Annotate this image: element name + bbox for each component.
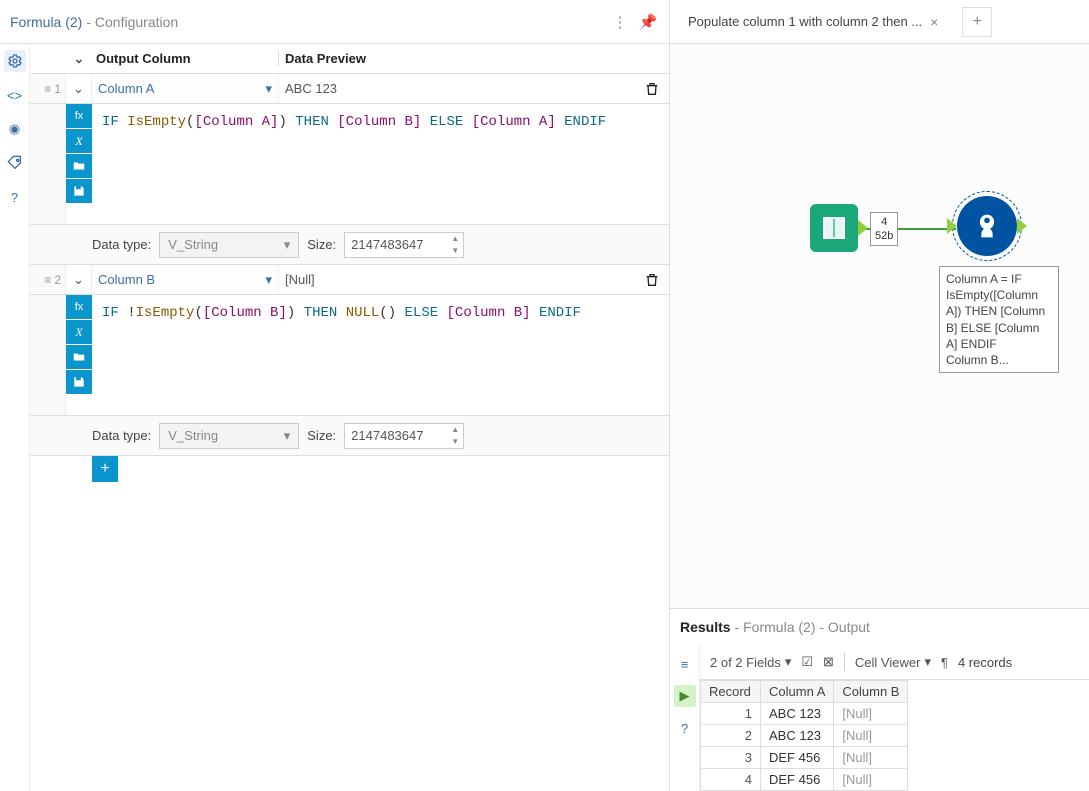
size-input[interactable] (344, 423, 464, 449)
chevron-down-icon[interactable]: ⌄ (66, 51, 92, 67)
output-column-select[interactable]: Column B▾ (92, 265, 279, 294)
config-subtitle: - Configuration (86, 14, 178, 30)
save-button[interactable] (66, 370, 92, 394)
tab-workflow[interactable]: Populate column 1 with column 2 then ...… (680, 10, 946, 34)
tool-annotation: Column A = IF IsEmpty([Column A]) THEN [… (939, 266, 1059, 373)
spin-up-icon[interactable]: ▲ (447, 233, 463, 245)
column-headers: ⌄ Output Column Data Preview (30, 44, 669, 74)
data-type-label: Data type: (92, 237, 151, 252)
results-vertical-toolbar: ≡ ▶ ? (670, 645, 700, 791)
results-panel: Results - Formula (2) - Output ≡ ▶ ? 2 o… (670, 608, 1089, 791)
checkbox-icon[interactable]: ☑ (801, 654, 813, 670)
dropdown-icon: ▾ (284, 237, 291, 253)
spin-down-icon[interactable]: ▼ (447, 436, 463, 448)
fx-button[interactable]: fx (66, 104, 92, 128)
target-icon[interactable]: ◉ (4, 118, 26, 140)
config-header: Formula (2) - Configuration ⋮ 📌 (0, 0, 669, 44)
expression-editor[interactable]: IF !IsEmpty([Column B]) THEN NULL() ELSE… (92, 295, 669, 415)
variable-button[interactable]: X (66, 129, 92, 153)
help-icon[interactable]: ? (674, 717, 696, 739)
gear-icon[interactable] (4, 50, 26, 72)
size-label: Size: (307, 428, 336, 443)
folder-button[interactable] (66, 154, 92, 178)
config-title: Formula (2) (10, 14, 82, 30)
fields-dropdown[interactable]: 2 of 2 Fields ▾ (710, 654, 791, 670)
expression-tools: fx X (66, 104, 92, 224)
save-button[interactable] (66, 179, 92, 203)
table-row[interactable]: 4DEF 456[Null] (701, 769, 908, 791)
dropdown-icon: ▾ (265, 81, 272, 97)
data-type-label: Data type: (92, 428, 151, 443)
workflow-canvas[interactable]: 4 52b Column A = IF IsEmpty([Column A]) … (670, 44, 1089, 608)
close-icon[interactable]: × (930, 14, 938, 30)
column-header[interactable]: Column A (761, 681, 834, 703)
drag-handle[interactable]: ≡ 2 (30, 265, 66, 294)
results-table[interactable]: Record Column A Column B 1ABC 123[Null] … (700, 679, 1089, 791)
chevron-down-icon[interactable]: ⌄ (66, 265, 92, 294)
table-row[interactable]: 1ABC 123[Null] (701, 703, 908, 725)
record-count-badge: 4 52b (870, 212, 898, 246)
chevron-down-icon[interactable]: ⌄ (66, 74, 92, 103)
add-tab-button[interactable]: + (962, 7, 992, 37)
dropdown-icon: ▾ (785, 654, 792, 670)
tag-icon[interactable] (4, 152, 26, 174)
text-input-tool[interactable] (810, 204, 858, 252)
add-formula-button[interactable]: + (92, 456, 118, 482)
clear-icon[interactable]: ⊠ (823, 654, 834, 670)
input-anchor-icon[interactable] (947, 218, 957, 234)
output-column-select[interactable]: Column A▾ (92, 74, 279, 103)
preview-value: ABC 123 (279, 74, 635, 103)
paragraph-icon[interactable]: ¶ (941, 655, 948, 670)
trash-icon[interactable] (635, 74, 669, 103)
column-header[interactable]: Record (701, 681, 761, 703)
record-count-label: 4 records (958, 655, 1012, 670)
tab-label: Populate column 1 with column 2 then ... (688, 14, 922, 29)
trash-icon[interactable] (635, 265, 669, 294)
variable-button[interactable]: X (66, 320, 92, 344)
data-type-select[interactable]: V_String▾ (159, 232, 299, 258)
expression-tools: fx X (66, 295, 92, 415)
cell-viewer-dropdown[interactable]: Cell Viewer ▾ (855, 654, 931, 670)
dropdown-icon: ▾ (265, 272, 272, 288)
data-type-select[interactable]: V_String▾ (159, 423, 299, 449)
config-vertical-toolbar: <> ◉ ? (0, 44, 30, 791)
folder-button[interactable] (66, 345, 92, 369)
list-icon[interactable]: ≡ (674, 653, 696, 675)
dropdown-icon: ▾ (924, 654, 931, 670)
output-anchor-icon[interactable]: ▶ (674, 685, 696, 707)
dropdown-icon: ▾ (284, 428, 291, 444)
code-icon[interactable]: <> (4, 84, 26, 106)
results-title: Results (680, 619, 731, 635)
preview-value: [Null] (279, 265, 635, 294)
expression-editor[interactable]: IF IsEmpty([Column A]) THEN [Column B] E… (92, 104, 669, 224)
formula-tool[interactable] (957, 196, 1017, 256)
workflow-tabs: Populate column 1 with column 2 then ...… (670, 0, 1089, 44)
table-row[interactable]: 2ABC 123[Null] (701, 725, 908, 747)
output-anchor-icon[interactable] (858, 220, 868, 236)
output-anchor-icon[interactable] (1017, 218, 1027, 234)
more-icon[interactable]: ⋮ (609, 11, 631, 33)
formula-block-2: ≡ 2 ⌄ Column B▾ [Null] fx (30, 265, 669, 456)
fx-button[interactable]: fx (66, 295, 92, 319)
column-header[interactable]: Column B (834, 681, 908, 703)
drag-handle[interactable]: ≡ 1 (30, 74, 66, 103)
table-row[interactable]: 3DEF 456[Null] (701, 747, 908, 769)
help-icon[interactable]: ? (4, 186, 26, 208)
size-label: Size: (307, 237, 336, 252)
spin-down-icon[interactable]: ▼ (447, 245, 463, 257)
formula-block-1: ≡ 1 ⌄ Column A▾ ABC 123 fx (30, 74, 669, 265)
results-toolbar: 2 of 2 Fields ▾ ☑ ⊠ Cell Viewer ▾ ¶ 4 re… (700, 653, 1089, 679)
pin-icon[interactable]: 📌 (637, 11, 659, 33)
header-output-column: Output Column (92, 51, 279, 66)
size-input[interactable] (344, 232, 464, 258)
spin-up-icon[interactable]: ▲ (447, 424, 463, 436)
results-subtitle: - Formula (2) - Output (735, 619, 870, 635)
header-data-preview: Data Preview (279, 51, 669, 66)
